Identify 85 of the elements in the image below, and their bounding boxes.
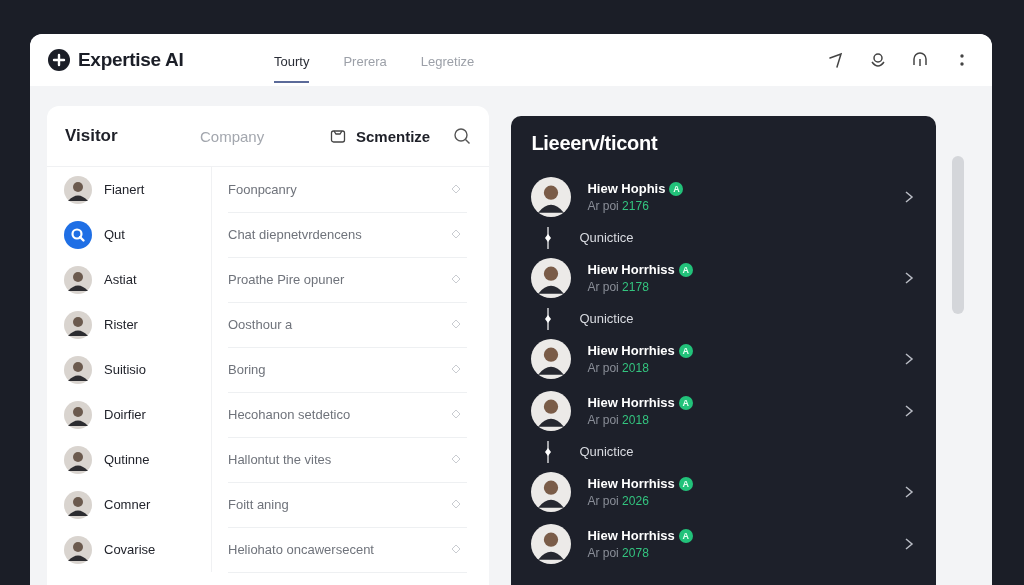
chevron-right-icon[interactable] xyxy=(904,485,915,499)
visitor-name: Rister xyxy=(104,317,138,332)
contact-detail: Ar poi 2018 xyxy=(587,361,650,375)
status-badge: A xyxy=(678,528,693,543)
diamond-icon[interactable] xyxy=(451,274,462,284)
chevron-right-icon[interactable] xyxy=(904,352,915,366)
company-name: Hallontut the vites xyxy=(228,451,332,467)
sparkle-icon xyxy=(544,440,553,463)
avatar-icon xyxy=(64,535,92,564)
contact-detail: Ar poi 2178 xyxy=(587,280,650,294)
diamond-icon[interactable] xyxy=(451,229,462,239)
contact-detail: Ar poi 2018 xyxy=(587,413,650,427)
diamond-icon[interactable] xyxy=(451,544,462,554)
company-name: Heliohato oncawersecent xyxy=(228,541,374,557)
sparkle-icon xyxy=(544,307,553,330)
contact-name: Hiew Horrhiss xyxy=(587,476,675,491)
diamond-icon[interactable] xyxy=(451,454,462,464)
avatar-icon xyxy=(64,175,92,204)
contact-name: Hiew Hophis xyxy=(587,181,666,196)
nav-tab[interactable]: Prerera xyxy=(343,37,387,83)
contact-detail: Ar poi 2026 xyxy=(587,494,650,508)
status-badge: A xyxy=(678,343,693,358)
avatar-icon xyxy=(531,391,572,431)
avatar-icon xyxy=(64,355,92,384)
chevron-right-icon[interactable] xyxy=(904,404,915,418)
location-icon[interactable] xyxy=(868,50,888,70)
chevron-right-icon[interactable] xyxy=(904,271,915,285)
visitor-name: Covarise xyxy=(104,542,156,557)
column-header: Scmentize xyxy=(356,127,431,145)
avatar-icon xyxy=(64,310,92,339)
diamond-icon[interactable] xyxy=(451,184,462,194)
avatar-icon xyxy=(64,445,92,474)
company-name: Proathe Pire opuner xyxy=(228,271,345,287)
avatar-icon xyxy=(531,524,572,564)
company-name: Foitt aning xyxy=(228,496,289,512)
status-badge: A xyxy=(678,476,693,491)
column-header: Visitor xyxy=(65,126,119,146)
chevron-right-icon[interactable] xyxy=(904,190,915,204)
avatar-icon xyxy=(64,265,92,294)
visitor-name: Doirfier xyxy=(104,407,146,422)
avatar-icon xyxy=(531,472,572,512)
contact-name: Hiew Horrhiss xyxy=(587,528,675,543)
calendar-icon xyxy=(330,128,346,144)
diamond-icon[interactable] xyxy=(451,364,462,374)
section-label: Qunictice xyxy=(579,230,634,245)
app-title: Expertise AI xyxy=(78,49,184,71)
panel-title: Lieeerv/ticont xyxy=(530,131,659,156)
visitor-name: Qutinne xyxy=(104,452,150,467)
diamond-icon[interactable] xyxy=(451,409,462,419)
contact-detail: Ar poi 2078 xyxy=(587,546,650,560)
section-label: Qunictice xyxy=(579,311,634,326)
search-avatar-icon xyxy=(64,220,92,249)
search-icon[interactable] xyxy=(453,127,472,145)
plus-logo-icon xyxy=(48,49,70,71)
visitor-name: Astiat xyxy=(104,272,137,287)
contact-name: Hiew Horrhiss xyxy=(587,262,675,277)
avatar-icon xyxy=(531,339,572,379)
diamond-icon[interactable] xyxy=(451,499,462,509)
status-badge: A xyxy=(669,181,684,196)
nav-tab[interactable]: Legretize xyxy=(420,37,475,83)
visitor-name: Suitisio xyxy=(104,362,146,377)
section-label: Qunictice xyxy=(579,444,634,459)
visitor-name: Comner xyxy=(104,497,151,512)
scrollbar-thumb[interactable] xyxy=(952,156,964,314)
company-name: Hecohanon setdetico xyxy=(228,406,351,422)
visitor-name: Qut xyxy=(104,227,125,242)
company-name: Chat diepnetvrdencens xyxy=(228,226,362,242)
chevron-right-icon[interactable] xyxy=(904,537,915,551)
column-header: Company xyxy=(200,127,266,145)
avatar-icon xyxy=(531,177,572,217)
sparkle-icon xyxy=(544,226,553,249)
diamond-icon[interactable] xyxy=(451,319,462,329)
company-name: Boring xyxy=(228,361,266,377)
avatar-icon xyxy=(64,490,92,519)
nav-tab[interactable]: Tourty xyxy=(274,37,310,83)
visitor-name: Fianert xyxy=(104,182,145,197)
avatar-icon xyxy=(64,400,92,429)
avatar-icon xyxy=(531,258,572,298)
contact-detail: Ar poi 2176 xyxy=(587,199,650,213)
contact-name: Hiew Horrhies xyxy=(587,343,675,358)
status-badge: A xyxy=(678,395,693,410)
status-badge: A xyxy=(678,262,693,277)
contact-name: Hiew Horrhiss xyxy=(587,395,675,410)
company-name: Oosthour a xyxy=(228,316,293,332)
company-name: Foonpcanry xyxy=(228,181,297,197)
